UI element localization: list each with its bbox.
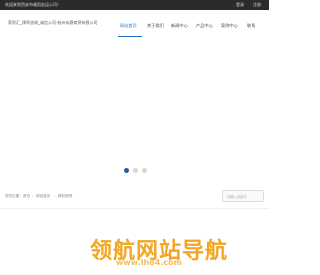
slider-dot-2[interactable]: [133, 168, 138, 173]
nav-item-products[interactable]: 产品中心: [196, 23, 213, 29]
nav-item-home[interactable]: 网站首页: [120, 23, 137, 29]
banner-slider[interactable]: [0, 45, 269, 180]
nav-item-news[interactable]: 新闻中心: [171, 23, 188, 29]
divider: [0, 208, 269, 209]
breadcrumb-separator: ›: [54, 194, 56, 198]
nav-item-about[interactable]: 关于我们: [147, 23, 164, 29]
breadcrumb-location: 您的位置：首页: [5, 194, 31, 198]
breadcrumb-current[interactable]: 精彩推荐: [58, 194, 72, 199]
site-logo[interactable]: 家贸汇_律师咨询_诚信公司-杭州永稳商贸有限公司: [8, 20, 97, 26]
top-bar: 欢迎来到西安市顺凯宏运公司！ 登录 注册: [0, 0, 269, 10]
nav-item-contact[interactable]: 联系: [247, 23, 255, 29]
search-placeholder: 请输入关键字: [227, 195, 247, 199]
welcome-text: 欢迎来到西安市顺凯宏运公司！: [5, 2, 61, 7]
nav-item-cases[interactable]: 案例中心: [221, 23, 238, 29]
register-link[interactable]: 注册: [253, 0, 261, 10]
breadcrumb-separator: ›: [32, 194, 34, 198]
login-link[interactable]: 登录: [236, 0, 244, 10]
slider-dot-1[interactable]: [124, 168, 129, 173]
breadcrumb-home[interactable]: 网站首页: [36, 194, 50, 199]
nav-active-indicator: [118, 36, 142, 37]
slider-dot-3[interactable]: [142, 168, 147, 173]
watermark-subtext: www.lh84.com: [116, 258, 182, 267]
